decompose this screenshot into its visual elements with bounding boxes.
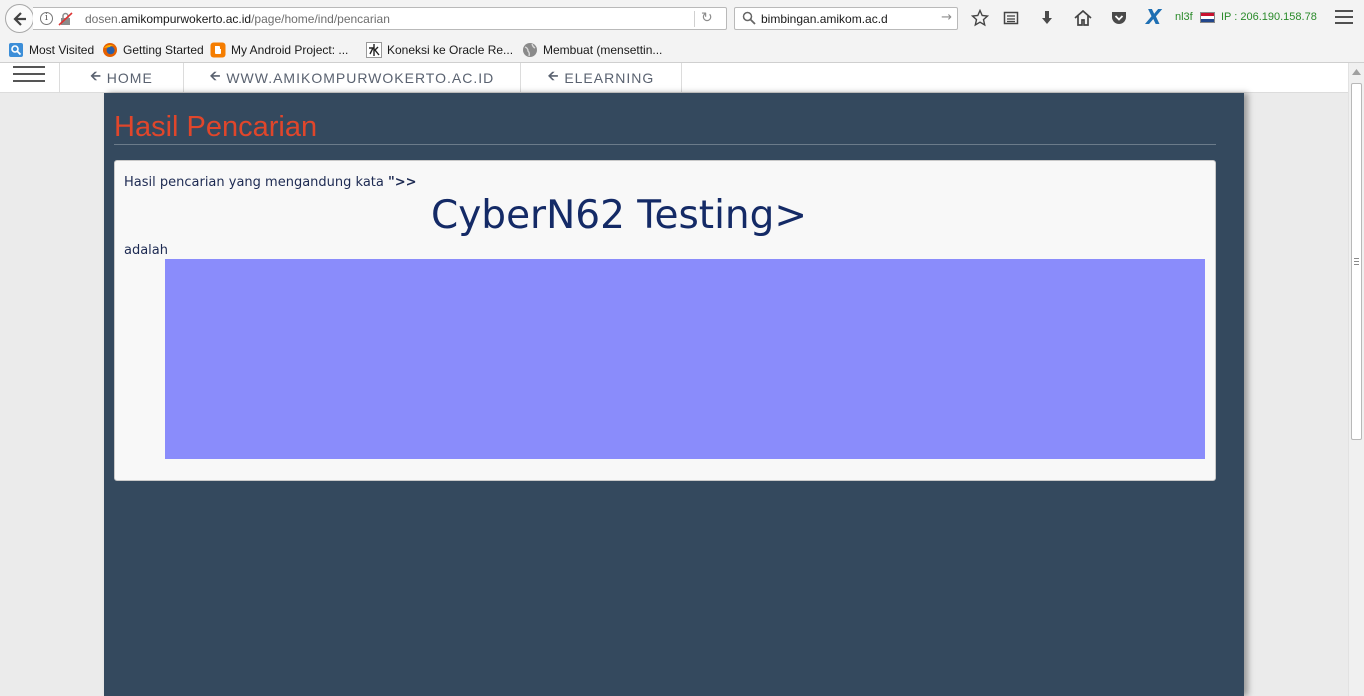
site-nav: 🡨 HOME 🡨 WWW.AMIKOMPURWOKERTO.AC.ID 🡨 EL… (0, 63, 1348, 93)
blogger-icon (210, 42, 226, 58)
bookmark-koneksi-oracle[interactable]: Koneksi ke Oracle Re... (366, 41, 513, 59)
arrow-left-icon: 🡨 (547, 68, 560, 83)
home-icon[interactable] (1072, 8, 1094, 28)
go-arrow-icon[interactable]: → (941, 10, 952, 25)
nav-amikompurwokerto-label: WWW.AMIKOMPURWOKERTO.AC.ID (226, 70, 495, 86)
scroll-up-icon[interactable] (1349, 63, 1364, 80)
nav-home[interactable]: 🡨 HOME (59, 63, 183, 93)
nav-elearning-label: ELEARNING (564, 70, 655, 86)
download-icon[interactable] (1036, 8, 1058, 28)
url-domain: amikompurwokerto.ac.id (121, 12, 252, 26)
bookmark-label: Membuat (mensettin... (543, 43, 663, 57)
bookmark-label: Koneksi ke Oracle Re... (387, 43, 514, 57)
addon-label[interactable]: nl3f (1175, 11, 1193, 23)
info-icon[interactable]: i (40, 12, 53, 25)
title-divider (114, 144, 1216, 145)
bookmark-my-android-project[interactable]: My Android Project: ... (210, 41, 348, 59)
result-intro-mark: ">> (388, 175, 417, 190)
url-divider (694, 11, 695, 27)
back-arrow-icon (12, 11, 26, 26)
nav-elearning[interactable]: 🡨 ELEARNING (520, 63, 682, 93)
arrow-left-icon: 🡨 (209, 68, 222, 83)
page-viewport: 🡨 HOME 🡨 WWW.AMIKOMPURWOKERTO.AC.ID 🡨 EL… (0, 63, 1348, 696)
kanji-icon (366, 42, 382, 58)
reload-icon[interactable]: ↻ (701, 10, 713, 26)
ip-label[interactable]: IP : 206.190.158.78 (1221, 11, 1317, 23)
bookmark-label: Getting Started (123, 43, 204, 57)
arrow-left-icon: 🡨 (90, 68, 102, 83)
bookmark-label: Most Visited (29, 43, 95, 57)
nav-home-label: HOME (106, 70, 153, 86)
firefox-icon (103, 43, 117, 57)
bookmark-most-visited[interactable]: Most Visited (8, 41, 94, 59)
x-addon-icon[interactable]: X (1146, 5, 1161, 29)
bookmark-getting-started[interactable]: Getting Started (102, 41, 204, 59)
scroll-grip-icon (1354, 258, 1359, 267)
search-input[interactable]: bimbingan.amikom.ac.d (761, 12, 888, 26)
browser-toolbar: i dosen.amikompurwokerto.ac.id/page/home… (0, 0, 1364, 37)
result-suffix: adalah (124, 243, 169, 258)
result-intro: Hasil pencarian yang mengandung kata ">> (124, 175, 417, 190)
bookmark-label: My Android Project: ... (231, 43, 349, 57)
reading-list-icon[interactable] (1000, 8, 1022, 28)
globe-icon (523, 43, 537, 57)
url-bar[interactable]: i dosen.amikompurwokerto.ac.id/page/home… (33, 7, 727, 30)
bookmarks-bar: Most Visited Getting Started My Android … (0, 37, 1364, 63)
scroll-thumb[interactable] (1351, 83, 1362, 440)
pocket-icon[interactable] (1108, 8, 1130, 28)
most-visited-icon (9, 43, 23, 57)
nav-amikompurwokerto[interactable]: 🡨 WWW.AMIKOMPURWOKERTO.AC.ID (183, 63, 520, 93)
star-icon[interactable] (969, 8, 991, 28)
search-icon (742, 11, 756, 25)
result-intro-text: Hasil pencarian yang mengandung kata (124, 175, 388, 190)
url-prefix: dosen. (85, 12, 122, 26)
search-query: CyberN62 Testing> (431, 193, 808, 238)
content-panel: Hasil Pencarian Hasil pencarian yang men… (104, 93, 1244, 696)
hamburger-menu-icon[interactable] (13, 66, 45, 82)
url-text[interactable]: dosen.amikompurwokerto.ac.id/page/home/i… (85, 12, 390, 26)
vertical-scrollbar[interactable] (1348, 63, 1364, 696)
menu-icon[interactable] (1335, 10, 1353, 26)
page-title: Hasil Pencarian (114, 111, 318, 143)
back-button[interactable] (5, 4, 34, 33)
insecure-lock-icon[interactable] (58, 12, 73, 26)
flag-icon (1200, 12, 1215, 23)
result-area (165, 259, 1205, 459)
search-bar[interactable]: bimbingan.amikom.ac.d → (734, 7, 958, 30)
bookmark-membuat[interactable]: Membuat (mensettin... (522, 41, 662, 59)
search-result-box: Hasil pencarian yang mengandung kata ">>… (114, 160, 1216, 481)
url-path: /page/home/ind/pencarian (251, 12, 390, 26)
